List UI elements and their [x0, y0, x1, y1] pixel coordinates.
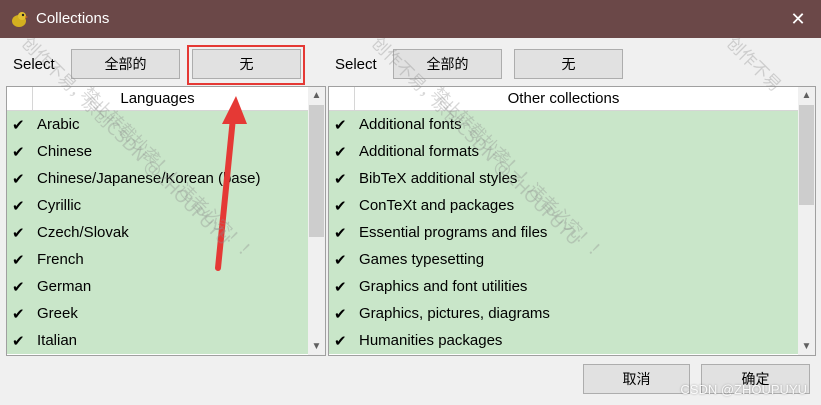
list-item-label: Games typesetting [359, 251, 485, 268]
left-select-label: Select [13, 56, 55, 73]
languages-list: Languages ✔ Arabic ✔ Chinese ✔ Chinese/Japa… [6, 86, 326, 356]
window-title: Collections [36, 10, 110, 27]
checkmark-icon: ✔ [334, 224, 347, 242]
right-select-none-button[interactable]: 无 [514, 49, 623, 79]
list-item[interactable]: ✔ Chinese/Japanese/Korean (base) [7, 165, 308, 192]
checkmark-icon: ✔ [12, 224, 25, 242]
list-item-label: Cyrillic [37, 197, 82, 214]
checkmark-icon: ✔ [334, 332, 347, 350]
checkmark-icon: ✔ [12, 251, 25, 269]
header-corner [329, 87, 355, 111]
highlight-box [187, 45, 305, 85]
list-item-label: Additional formats [359, 143, 480, 160]
list-item[interactable]: ✔ Arabic [7, 111, 308, 138]
title-bar: Collections ✕ [0, 0, 821, 38]
checkmark-icon: ✔ [334, 197, 347, 215]
checkmark-icon: ✔ [334, 143, 347, 161]
list-item[interactable]: ✔ Additional formats [329, 138, 798, 165]
list-item-label: Chinese/Japanese/Korean (base) [37, 170, 261, 187]
checkmark-icon: ✔ [12, 305, 25, 323]
scroll-down-icon[interactable]: ▼ [798, 338, 815, 355]
list-item-label: Additional fonts [359, 116, 462, 133]
checkmark-icon: ✔ [334, 170, 347, 188]
list-item[interactable]: ✔ German [7, 273, 308, 300]
languages-rows: ✔ Arabic ✔ Chinese ✔ Chinese/Japanese/Korea… [7, 111, 308, 354]
list-item-label: BibTeX additional styles [359, 170, 518, 187]
list-item[interactable]: ✔ French [7, 246, 308, 273]
list-item[interactable]: ✔ Graphics, pictures, diagrams [329, 300, 798, 327]
list-item-label: Humanities packages [359, 332, 503, 349]
app-icon [12, 12, 28, 27]
list-item[interactable]: ✔ Italian [7, 327, 308, 354]
list-item[interactable]: ✔ Humanities packages [329, 327, 798, 354]
other-collections-header: Other collections [329, 87, 798, 111]
scroll-thumb[interactable] [309, 105, 324, 237]
checkmark-icon: ✔ [334, 116, 347, 134]
list-item[interactable]: ✔ BibTeX additional styles [329, 165, 798, 192]
languages-scrollbar[interactable]: ▲ ▼ [308, 87, 325, 355]
other-collections-list: Other collections ✔ Additional fonts ✔ Add… [328, 86, 816, 356]
scroll-down-icon[interactable]: ▼ [308, 338, 325, 355]
right-select-label: Select [335, 56, 377, 73]
list-item-label: ConTeXt and packages [359, 197, 515, 214]
list-item[interactable]: ✔ Chinese [7, 138, 308, 165]
list-item-label: Greek [37, 305, 78, 322]
list-item-label: Graphics and font utilities [359, 278, 528, 295]
list-item-label: Graphics, pictures, diagrams [359, 305, 550, 322]
list-item[interactable]: ✔ Czech/Slovak [7, 219, 308, 246]
scroll-up-icon[interactable]: ▲ [798, 87, 815, 104]
checkmark-icon: ✔ [334, 305, 347, 323]
list-item[interactable]: ✔ ConTeXt and packages [329, 192, 798, 219]
checkmark-icon: ✔ [12, 116, 25, 134]
checkmark-icon: ✔ [12, 143, 25, 161]
list-item-label: Essential programs and files [359, 224, 548, 241]
other-collections-header-label: Other collections [507, 90, 620, 107]
list-item-label: French [37, 251, 84, 268]
checkmark-icon: ✔ [12, 332, 25, 350]
other-collections-rows: ✔ Additional fonts ✔ Additional formats ✔ B… [329, 111, 798, 354]
scroll-thumb[interactable] [799, 105, 814, 205]
cancel-button[interactable]: 取消 [583, 364, 690, 394]
list-item[interactable]: ✔ Essential programs and files [329, 219, 798, 246]
list-item[interactable]: ✔ Cyrillic [7, 192, 308, 219]
list-item[interactable]: ✔ Additional fonts [329, 111, 798, 138]
checkmark-icon: ✔ [12, 170, 25, 188]
right-select-all-button[interactable]: 全部的 [393, 49, 502, 79]
checkmark-icon: ✔ [12, 197, 25, 215]
close-button[interactable]: ✕ [775, 0, 821, 38]
other-collections-scrollbar[interactable]: ▲ ▼ [798, 87, 815, 355]
checkmark-icon: ✔ [12, 278, 25, 296]
languages-header: Languages [7, 87, 308, 111]
languages-header-label: Languages [120, 90, 195, 107]
checkmark-icon: ✔ [334, 251, 347, 269]
csdn-watermark: CSDN @ZHOUPUYU [680, 382, 807, 397]
checkmark-icon: ✔ [334, 278, 347, 296]
list-item-label: Italian [37, 332, 78, 349]
list-item-label: Chinese [37, 143, 93, 160]
left-select-all-button[interactable]: 全部的 [71, 49, 180, 79]
scroll-up-icon[interactable]: ▲ [308, 87, 325, 104]
list-item-label: Arabic [37, 116, 80, 133]
list-item[interactable]: ✔ Games typesetting [329, 246, 798, 273]
list-item[interactable]: ✔ Graphics and font utilities [329, 273, 798, 300]
close-icon: ✕ [790, 8, 806, 29]
list-item[interactable]: ✔ Greek [7, 300, 308, 327]
list-item-label: German [37, 278, 92, 295]
header-corner [7, 87, 33, 111]
list-item-label: Czech/Slovak [37, 224, 129, 241]
